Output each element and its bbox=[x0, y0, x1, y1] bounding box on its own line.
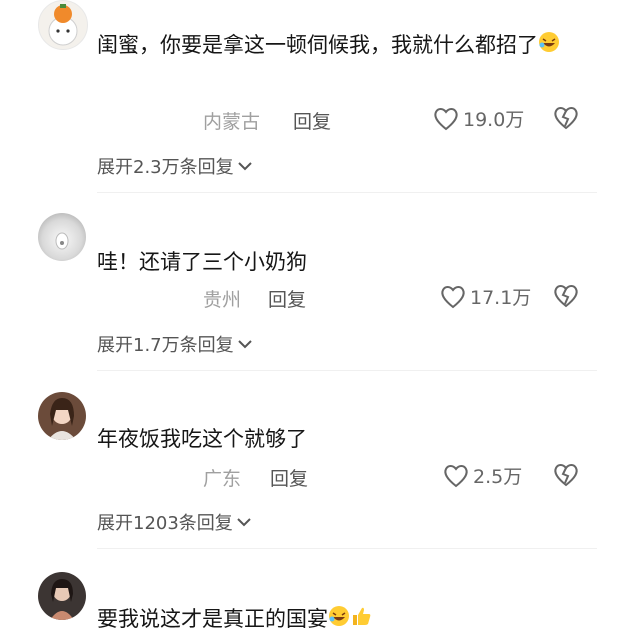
location-label: 内蒙古 bbox=[203, 111, 261, 133]
like-button[interactable]: 19.0万 bbox=[433, 105, 524, 132]
expand-replies-label: 展开2.3万条回复 bbox=[97, 157, 234, 178]
comment-text: 哇！还请了三个小奶狗 bbox=[97, 250, 307, 274]
photo-avatar-icon bbox=[48, 398, 76, 440]
rofl-emoji-icon bbox=[538, 27, 560, 65]
rofl-emoji-icon bbox=[328, 601, 350, 639]
reply-button[interactable]: 回复 bbox=[270, 464, 308, 491]
like-button[interactable]: 2.5万 bbox=[443, 462, 522, 489]
broken-heart-icon bbox=[554, 107, 578, 130]
like-button[interactable]: 17.1万 bbox=[440, 283, 531, 310]
chevron-down-icon bbox=[237, 162, 252, 171]
expand-replies-label: 展开1.7万条回复 bbox=[97, 335, 234, 356]
location-label: 贵州 bbox=[203, 289, 242, 311]
expand-replies-button[interactable]: 展开1203条回复 bbox=[97, 509, 252, 535]
comment-text: 年夜饭我吃这个就够了 bbox=[97, 427, 307, 451]
dislike-button[interactable] bbox=[553, 284, 579, 312]
avatar[interactable] bbox=[38, 213, 86, 261]
chevron-down-icon bbox=[237, 518, 251, 527]
heart-icon bbox=[434, 107, 458, 130]
broken-heart-icon bbox=[554, 464, 578, 487]
location-label: 广东 bbox=[203, 468, 242, 490]
divider bbox=[97, 370, 597, 371]
thumbs-up-emoji-icon bbox=[350, 601, 372, 639]
expand-replies-button[interactable]: 展开2.3万条回复 bbox=[97, 153, 253, 179]
expand-replies-button[interactable]: 展开1.7万条回复 bbox=[97, 331, 253, 357]
comment-text: 闺蜜，你要是拿这一顿伺候我，我就什么都招了 bbox=[97, 33, 538, 57]
dislike-button[interactable] bbox=[553, 463, 579, 491]
divider bbox=[97, 192, 597, 193]
expand-replies-label: 展开1203条回复 bbox=[97, 513, 233, 534]
reply-button[interactable]: 回复 bbox=[293, 107, 331, 134]
comment-text: 要我说这才是真正的国宴 bbox=[97, 607, 328, 631]
heart-icon bbox=[441, 285, 465, 308]
chevron-down-icon bbox=[237, 340, 252, 349]
heart-icon bbox=[444, 464, 468, 487]
divider bbox=[97, 548, 597, 549]
like-count: 2.5万 bbox=[473, 466, 523, 488]
like-count: 17.1万 bbox=[470, 287, 532, 309]
dislike-button[interactable] bbox=[553, 106, 579, 134]
avatar[interactable] bbox=[38, 572, 86, 620]
like-count: 19.0万 bbox=[463, 109, 525, 131]
photo-avatar-icon bbox=[55, 232, 69, 250]
broken-heart-icon bbox=[554, 285, 578, 308]
photo-avatar-icon bbox=[50, 579, 74, 620]
reply-button[interactable]: 回复 bbox=[268, 285, 306, 312]
avatar[interactable] bbox=[38, 392, 86, 440]
avatar[interactable] bbox=[38, 0, 88, 50]
persimmon-dog-avatar-icon bbox=[48, 4, 78, 46]
